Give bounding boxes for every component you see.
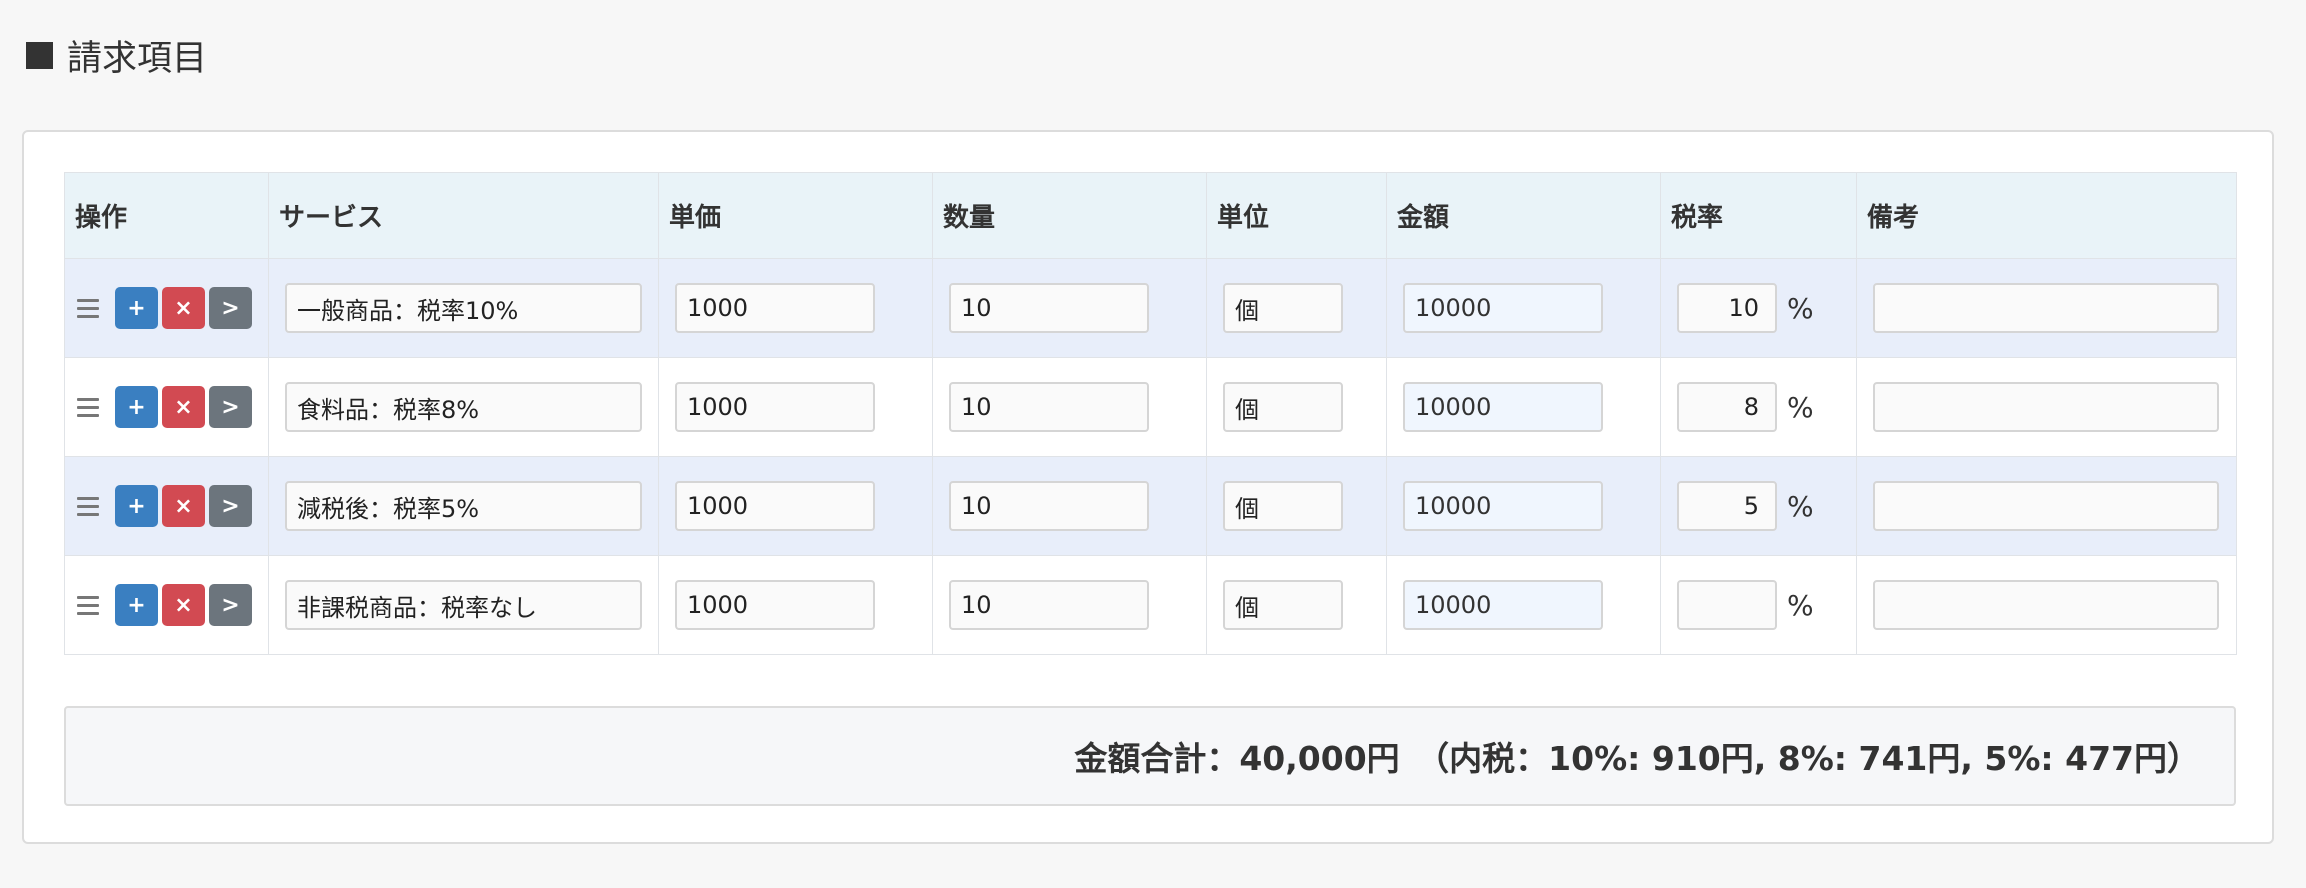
table-row: + × > 非課税商品：税率なし 1000 10 個 10000 % [64,555,2237,655]
move-row-button[interactable]: > [208,485,252,527]
square-bullet-icon [26,41,53,69]
table-row: + × > 一般商品：税率10% 1000 10 個 10000 10 % [64,258,2237,358]
header-amount: 金額 [1386,172,1661,259]
table-row: + × > 食料品：税率8% 1000 10 個 10000 8 % [64,357,2237,457]
tax-rate-input[interactable] [1677,580,1777,630]
section-title: 請求項目 [26,30,207,80]
unit-input[interactable]: 個 [1223,481,1343,531]
percent-label: % [1787,588,1814,622]
add-row-button[interactable]: + [114,485,158,527]
row-operations: + × > [77,584,252,626]
unit-price-input[interactable]: 1000 [675,283,875,333]
row-operations: + × > [77,386,252,428]
add-row-button[interactable]: + [114,584,158,626]
drag-handle-icon[interactable] [77,496,99,516]
service-input[interactable]: 食料品：税率8% [285,382,642,432]
quantity-input[interactable]: 10 [949,481,1149,531]
amount-field: 10000 [1403,580,1603,630]
delete-row-button[interactable]: × [161,485,205,527]
table-header-row: 操作 サービス 単価 数量 単位 金額 税率 備考 [64,172,2237,259]
unit-price-input[interactable]: 1000 [675,382,875,432]
move-row-button[interactable]: > [208,287,252,329]
unit-input[interactable]: 個 [1223,382,1343,432]
quantity-input[interactable]: 10 [949,283,1149,333]
quantity-input[interactable]: 10 [949,580,1149,630]
note-input[interactable] [1873,382,2219,432]
service-input[interactable]: 減税後：税率5% [285,481,642,531]
amount-field: 10000 [1403,481,1603,531]
total-summary: 金額合計：40,000円 （内税：10%: 910円, 8%: 741円, 5%… [64,706,2236,806]
header-service: サービス [268,172,659,259]
table-row: + × > 減税後：税率5% 1000 10 個 10000 5 % [64,456,2237,556]
section-title-text: 請求項目 [67,38,208,79]
amount-field: 10000 [1403,283,1603,333]
unit-input[interactable]: 個 [1223,580,1343,630]
header-unit: 単位 [1206,172,1387,259]
quantity-input[interactable]: 10 [949,382,1149,432]
invoice-items-panel: 操作 サービス 単価 数量 単位 金額 税率 備考 + × > 一般商品：税率1… [22,130,2274,844]
drag-handle-icon[interactable] [77,397,99,417]
unit-price-input[interactable]: 1000 [675,481,875,531]
drag-handle-icon[interactable] [77,595,99,615]
delete-row-button[interactable]: × [161,287,205,329]
tax-rate-input[interactable]: 5 [1677,481,1777,531]
header-note: 備考 [1856,172,2237,259]
percent-label: % [1787,390,1814,424]
percent-label: % [1787,291,1814,325]
amount-field: 10000 [1403,382,1603,432]
note-input[interactable] [1873,481,2219,531]
unit-input[interactable]: 個 [1223,283,1343,333]
service-input[interactable]: 非課税商品：税率なし [285,580,642,630]
drag-handle-icon[interactable] [77,298,99,318]
percent-label: % [1787,489,1814,523]
add-row-button[interactable]: + [114,287,158,329]
items-table: 操作 サービス 単価 数量 単位 金額 税率 備考 + × > 一般商品：税率1… [64,172,2237,655]
total-summary-text: 金額合計：40,000円 （内税：10%: 910円, 8%: 741円, 5%… [1074,739,2200,778]
delete-row-button[interactable]: × [161,386,205,428]
header-operations: 操作 [64,172,269,259]
move-row-button[interactable]: > [208,386,252,428]
header-unit-price: 単価 [658,172,933,259]
row-operations: + × > [77,287,252,329]
note-input[interactable] [1873,283,2219,333]
unit-price-input[interactable]: 1000 [675,580,875,630]
tax-rate-input[interactable]: 10 [1677,283,1777,333]
header-quantity: 数量 [932,172,1207,259]
tax-rate-input[interactable]: 8 [1677,382,1777,432]
note-input[interactable] [1873,580,2219,630]
service-input[interactable]: 一般商品：税率10% [285,283,642,333]
move-row-button[interactable]: > [208,584,252,626]
header-tax-rate: 税率 [1660,172,1857,259]
row-operations: + × > [77,485,252,527]
add-row-button[interactable]: + [114,386,158,428]
delete-row-button[interactable]: × [161,584,205,626]
